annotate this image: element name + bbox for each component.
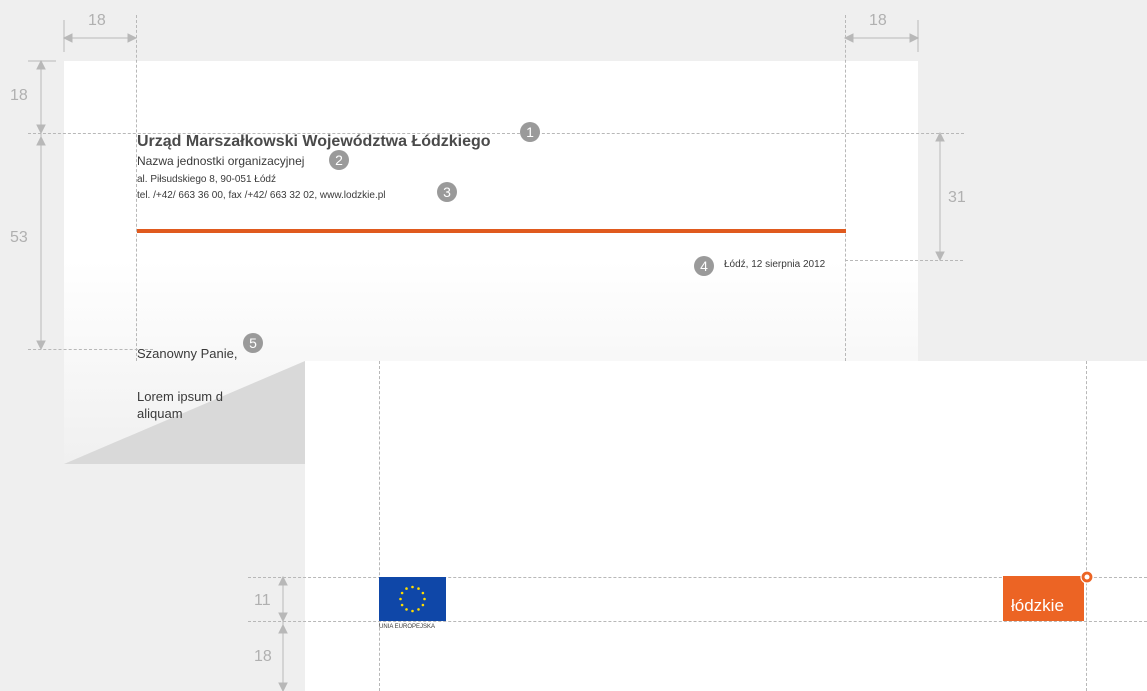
callout-2: 2 (329, 150, 349, 170)
letter-date: Łódź, 12 sierpnia 2012 (724, 259, 826, 270)
callout-4: 4 (694, 256, 714, 276)
lodzkie-logo: łódzkie (1003, 576, 1084, 621)
callout-3: 3 (437, 182, 457, 202)
logo-text: łódzkie (1011, 596, 1064, 615)
institution-name: Urząd Marszałkowski Województwa Łódzkieg… (137, 133, 491, 150)
dim-footer-margin: 18 (254, 648, 272, 665)
dim-margin-left: 18 (88, 12, 106, 29)
eu-label: UNIA EUROPEJSKA (379, 624, 436, 630)
body-line-2: aliquam (137, 406, 183, 421)
contact-line: tel. /+42/ 663 36 00, fax /+42/ 663 32 0… (137, 190, 386, 201)
dim-header-height: 53 (10, 229, 28, 246)
eu-flag (379, 577, 446, 621)
unit-name: Nazwa jednostki organizacyjnej (137, 154, 305, 168)
callout-1: 1 (520, 122, 540, 142)
salutation: Szanowny Panie, (137, 346, 238, 361)
dim-top-margin: 18 (10, 87, 28, 104)
dim-footer-logo-height: 11 (254, 592, 271, 609)
logo-sun-icon (1080, 570, 1094, 584)
eu-stars-icon (399, 585, 426, 613)
dim-margin-right: 18 (869, 12, 887, 29)
address-line: al. Piłsudskiego 8, 90-051 Łódź (137, 174, 276, 185)
body-line-1: Lorem ipsum d (137, 389, 223, 404)
callout-5: 5 (243, 333, 263, 353)
letterhead-rule (137, 229, 846, 233)
dim-date-offset: 31 (948, 189, 966, 206)
